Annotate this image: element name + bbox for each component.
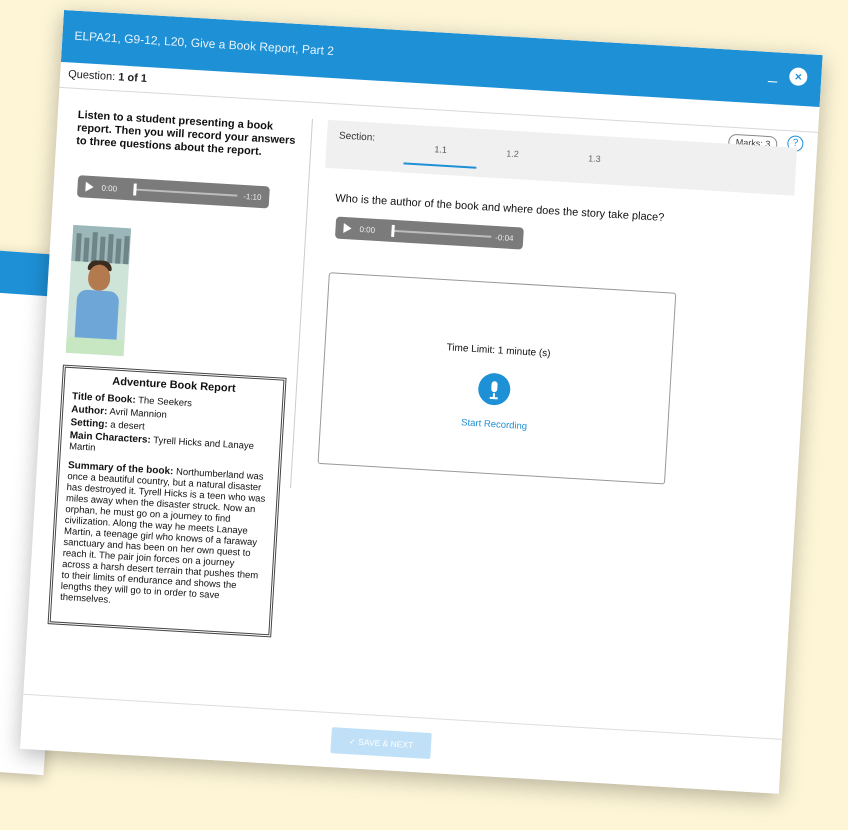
microphone-icon[interactable] [477,372,512,407]
report-summary-value: Northumberland was once a beautiful coun… [59,466,266,606]
report-title-label: Title of Book: [71,391,137,406]
question-counter-label: Question: [67,68,116,84]
time-limit-text: Time Limit: 1 minute (s) [446,342,551,360]
question-audio-handle[interactable] [391,224,395,237]
stimulus-panel: Listen to a student presenting a book re… [47,104,313,638]
audio-elapsed: 0:00 [101,183,118,194]
response-panel: Section: 1.1 1.2 1.3 Who is the author o… [317,119,798,485]
student-illustration [65,224,132,357]
tab-section-1-3[interactable]: 1.3 [588,153,601,164]
save-next-button[interactable]: ✓ SAVE & NEXT [330,727,432,760]
report-title-value: The Seekers [137,395,193,410]
bookshelf [71,224,132,265]
recording-box: Time Limit: 1 minute (s) Start Recording [317,272,677,485]
audio-remaining: -1:10 [242,191,262,203]
question-audio-player: 0:00 -0:04 [334,216,524,250]
question-audio-track[interactable] [391,229,492,238]
close-icon[interactable]: × [788,67,808,87]
play-icon[interactable] [85,181,94,193]
student-body [74,289,120,342]
tab-section-1-1[interactable]: 1.1 [434,144,447,155]
tab-section-1-2[interactable]: 1.2 [506,148,519,159]
book-report-card: Adventure Book Report Title of Book: The… [47,364,287,638]
question-audio-elapsed: 0:00 [359,224,376,235]
window-title: ELPA21, G9-12, L20, Give a Book Report, … [74,28,335,59]
stimulus-audio-player: 0:00 -1:10 [76,175,270,209]
question-counter-value: 1 of 1 [117,71,148,86]
report-setting-label: Setting: [70,417,109,431]
footer-bar: ✓ SAVE & NEXT [20,693,783,794]
instructions-text: Listen to a student presenting a book re… [75,109,296,158]
report-setting-value: a desert [110,419,145,433]
question-audio-remaining: -0:04 [495,232,514,244]
question-play-icon[interactable] [343,222,352,234]
section-label: Section: [338,130,376,144]
section-tabs: Section: 1.1 1.2 1.3 [325,119,798,196]
minimize-icon[interactable]: _ [768,66,778,83]
audio-progress-track[interactable] [133,188,238,197]
report-author-value: Avril Mannion [109,406,168,421]
student-head [87,263,111,292]
start-recording-button[interactable]: Start Recording [321,409,667,441]
assessment-window: ELPA21, G9-12, L20, Give a Book Report, … [20,10,823,794]
report-author-label: Author: [70,404,108,418]
audio-progress-handle[interactable] [133,183,137,196]
